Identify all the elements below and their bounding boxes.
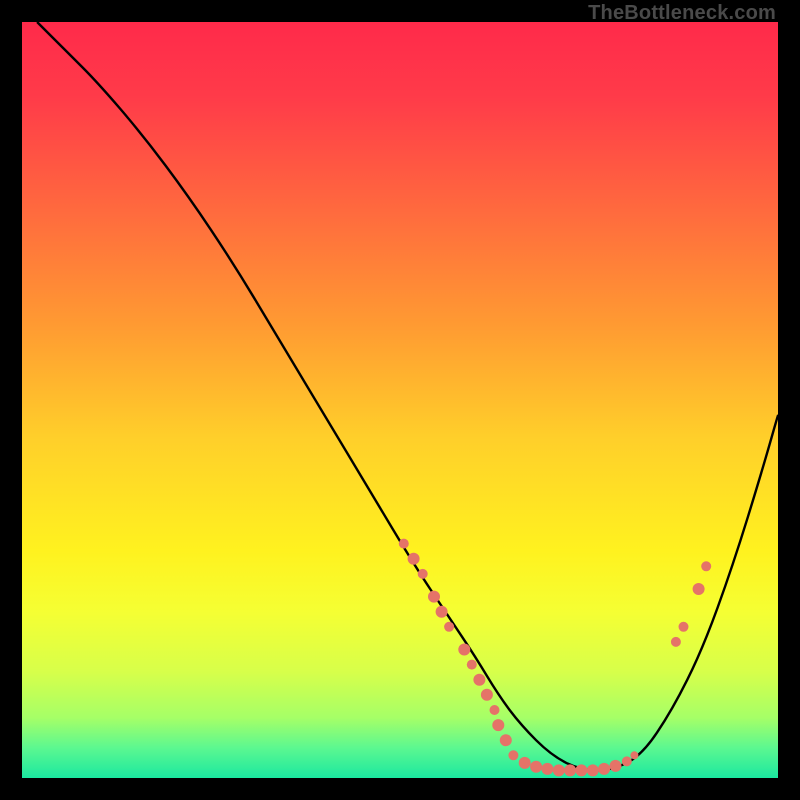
- watermark-text: TheBottleneck.com: [588, 2, 776, 25]
- data-point: [564, 764, 576, 776]
- data-point: [701, 561, 711, 571]
- data-point: [610, 760, 622, 772]
- data-point: [444, 622, 454, 632]
- data-point: [541, 763, 553, 775]
- data-point: [679, 622, 689, 632]
- data-point: [500, 734, 512, 746]
- data-point: [530, 761, 542, 773]
- data-point: [553, 764, 565, 776]
- data-point: [508, 750, 518, 760]
- data-point: [473, 674, 485, 686]
- data-point: [467, 660, 477, 670]
- data-point: [458, 644, 470, 656]
- data-point: [492, 719, 504, 731]
- data-point: [622, 756, 632, 766]
- data-point: [598, 763, 610, 775]
- data-point: [693, 583, 705, 595]
- data-point: [630, 751, 638, 759]
- dots-layer: [22, 22, 778, 778]
- data-point: [436, 606, 448, 618]
- data-point: [587, 764, 599, 776]
- data-point: [490, 705, 500, 715]
- data-point: [519, 757, 531, 769]
- data-point: [671, 637, 681, 647]
- data-point: [575, 764, 587, 776]
- data-point: [399, 539, 409, 549]
- data-point: [481, 689, 493, 701]
- data-point: [428, 591, 440, 603]
- data-point: [408, 553, 420, 565]
- plot-area: [22, 22, 778, 778]
- data-point: [418, 569, 428, 579]
- stage: TheBottleneck.com: [0, 0, 800, 800]
